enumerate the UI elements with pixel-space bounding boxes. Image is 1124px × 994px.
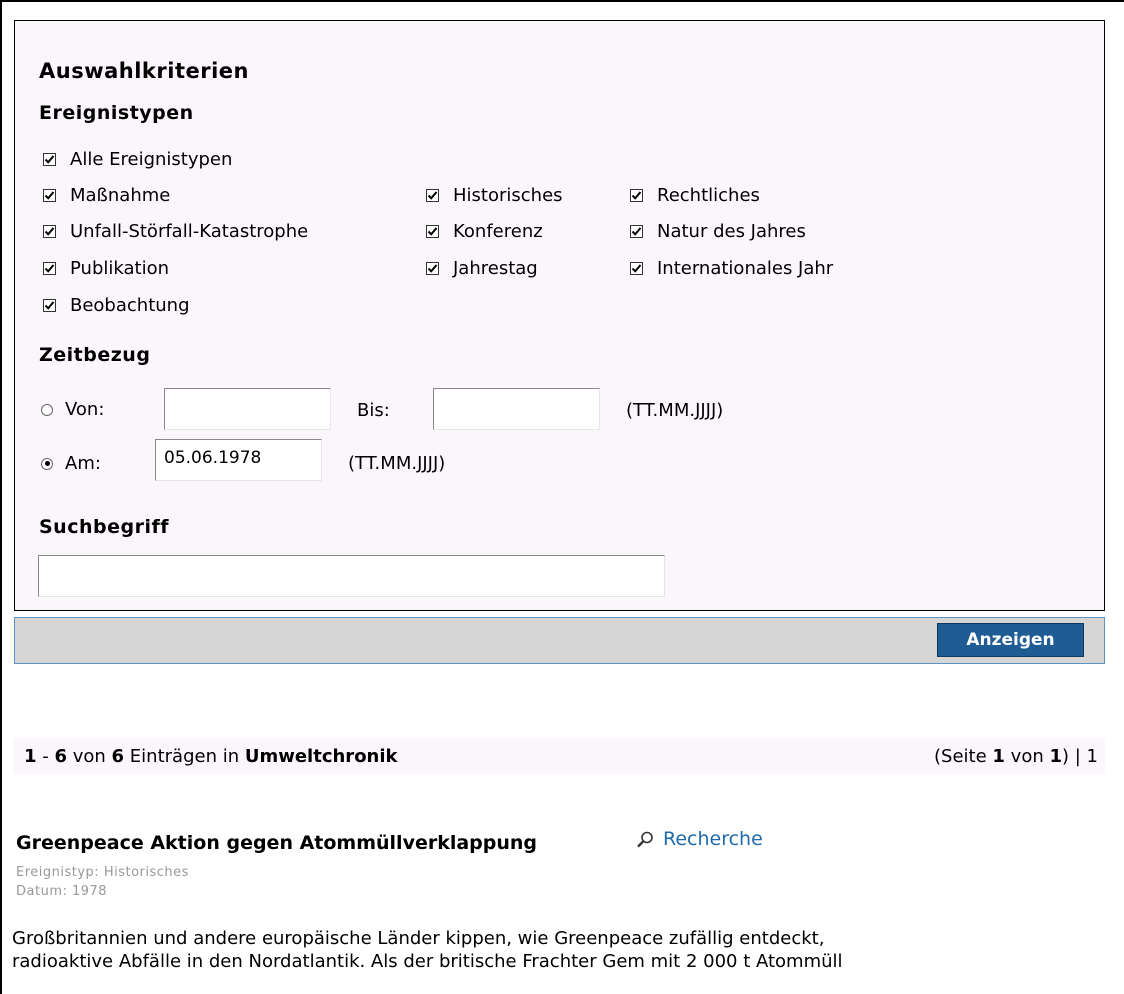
checkbox-label: Natur des Jahres (657, 221, 806, 242)
page-prefix: (Seite (934, 746, 993, 767)
checkbox-checkmark-icon[interactable] (426, 262, 439, 275)
checkbox-checkmark-icon[interactable] (630, 262, 643, 275)
radio-selected-icon[interactable] (41, 457, 53, 470)
checkbox-checkmark-icon[interactable] (630, 225, 643, 238)
checkbox-label: Rechtliches (657, 185, 760, 206)
time-heading: Zeitbezug (39, 344, 151, 366)
search-heading: Suchbegriff (39, 516, 170, 538)
entry-date: Datum: 1978 (16, 884, 108, 899)
checkbox-label: Beobachtung (70, 295, 190, 316)
checkbox-internationales-jahr[interactable]: Internationales Jahr (630, 258, 833, 279)
radio-on-date[interactable]: Am: (41, 453, 101, 474)
total-count: 6 (111, 746, 125, 767)
checkbox-massnahme[interactable]: Maßnahme (43, 185, 170, 206)
range-start: 1 (24, 746, 37, 767)
result-count: 1 - 6 von 6 Einträgen in Umweltchronik (24, 746, 398, 767)
checkbox-label: Historisches (453, 185, 563, 206)
radio-unselected-icon[interactable] (41, 403, 53, 416)
collection-name: Umweltchronik (244, 746, 398, 767)
page-of: von (1004, 746, 1050, 767)
range-sep: - (36, 746, 55, 767)
page-suffix[interactable]: ) | 1 (1062, 746, 1098, 767)
page-current: 1 (992, 746, 1005, 767)
checkbox-label: Internationales Jahr (657, 258, 834, 279)
in-text: Einträgen in (124, 746, 245, 767)
checkbox-label: Maßnahme (70, 185, 171, 206)
checkbox-rechtliches[interactable]: Rechtliches (630, 185, 760, 206)
to-label: Bis: (357, 400, 390, 421)
checkbox-jahrestag[interactable]: Jahrestag (426, 258, 538, 279)
checkbox-publikation[interactable]: Publikation (43, 258, 169, 279)
search-input[interactable] (38, 555, 665, 597)
research-label[interactable]: Recherche (663, 828, 763, 850)
checkbox-all-event-types[interactable]: Alle Ereignistypen (43, 149, 232, 170)
on-label: Am: (65, 453, 101, 474)
checkbox-checkmark-icon[interactable] (43, 153, 56, 166)
checkbox-checkmark-icon[interactable] (43, 262, 56, 275)
checkbox-checkmark-icon[interactable] (43, 225, 56, 238)
show-button[interactable]: Anzeigen (937, 623, 1084, 657)
checkbox-checkmark-icon[interactable] (43, 189, 56, 202)
checkbox-checkmark-icon[interactable] (426, 189, 439, 202)
from-label: Von: (65, 399, 105, 420)
checkbox-checkmark-icon[interactable] (630, 189, 643, 202)
checkbox-konferenz[interactable]: Konferenz (426, 221, 543, 242)
result-summary-bar: 1 - 6 von 6 Einträgen in Umweltchronik (… (14, 738, 1105, 774)
radio-dot (44, 461, 50, 466)
entry-description-line: radioaktive Abfälle in den Nordatlantik.… (12, 951, 843, 972)
entry-description-line: Großbritannien und andere europäische Lä… (12, 928, 825, 949)
magnifier-icon[interactable] (636, 830, 655, 849)
action-bar: Anzeigen (14, 617, 1105, 664)
checkbox-label: Jahrestag (453, 258, 538, 279)
radio-from-to[interactable]: Von: (41, 399, 104, 420)
of-word: von (67, 746, 112, 767)
entry-type: Ereignistyp: Historisches (16, 865, 189, 880)
checkbox-beobachtung[interactable]: Beobachtung (43, 295, 190, 316)
date-format-hint: (TT.MM.JJJJ) (626, 400, 724, 421)
checkbox-label: Unfall-Störfall-Katastrophe (70, 221, 309, 242)
checkbox-historisches[interactable]: Historisches (426, 185, 563, 206)
checkbox-natur-des-jahres[interactable]: Natur des Jahres (630, 221, 806, 242)
entry-title: Greenpeace Aktion gegen Atommüllverklapp… (16, 832, 538, 854)
entry-description: Großbritannien und andere europäische Lä… (12, 927, 1092, 973)
checkbox-label: Publikation (70, 258, 169, 279)
range-end: 6 (54, 746, 68, 767)
checkbox-label: Konferenz (453, 221, 543, 242)
criteria-title: Auswahlkriterien (39, 59, 249, 83)
research-link[interactable]: Recherche (636, 828, 763, 850)
pagination: (Seite 1 von 1) | 1 (934, 746, 1098, 767)
checkbox-label: Alle Ereignistypen (70, 149, 233, 170)
checkbox-checkmark-icon[interactable] (43, 299, 56, 312)
criteria-panel: Auswahlkriterien Ereignistypen Alle Erei… (14, 20, 1105, 611)
checkbox-checkmark-icon[interactable] (426, 225, 439, 238)
to-date-input[interactable] (433, 388, 600, 430)
on-date-format-hint: (TT.MM.JJJJ) (348, 453, 446, 474)
on-date-input[interactable]: 05.06.1978 (155, 439, 322, 481)
checkbox-unfall[interactable]: Unfall-Störfall-Katastrophe (43, 221, 308, 242)
page-total: 1 (1049, 746, 1063, 767)
event-types-heading: Ereignistypen (39, 102, 194, 124)
from-date-input[interactable] (164, 388, 331, 430)
